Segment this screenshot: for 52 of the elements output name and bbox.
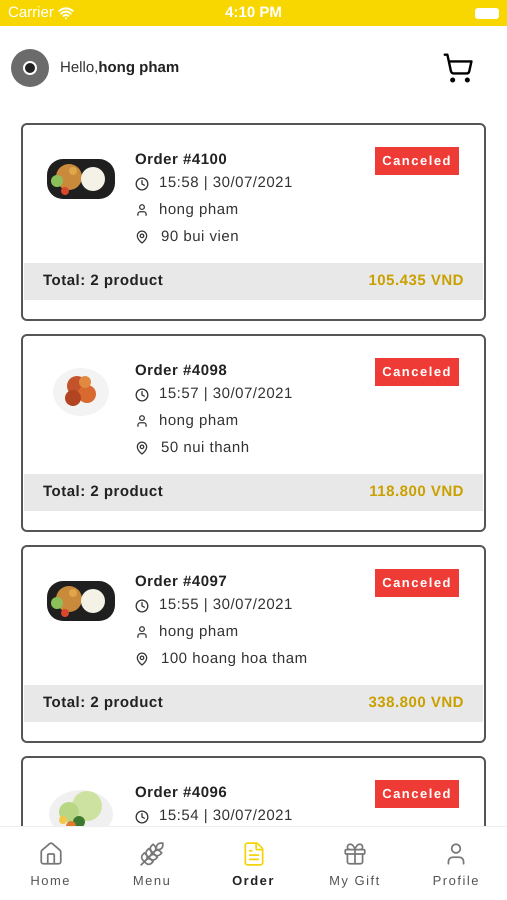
total-price: 118.800 VND [369,482,464,502]
clock-icon [135,810,149,824]
order-number: Order #4098 [135,361,228,381]
location-pin-icon [135,652,149,666]
location-pin-icon [135,441,149,455]
order-number: Order #4100 [135,150,228,170]
location-pin-icon [135,230,149,244]
order-time: 15:55 | 30/07/2021 [159,595,293,616]
order-address: 90 bui vien [161,226,240,247]
person-icon [135,414,149,428]
order-number: Order #4097 [135,572,228,592]
cart-icon[interactable] [442,52,474,84]
order-card[interactable]: Order #4098 Canceled 15:57 | 30/07/2021 hong pham 50 nui thanh Total: 2 product 118.800 VND [21,334,486,532]
wifi-icon [58,5,74,21]
tab-item[interactable]: Menu [101,841,203,900]
order-time: 15:54 | 30/07/2021 [159,806,293,826]
customer-name: hong pham [159,622,239,642]
person-icon [135,203,149,217]
avatar [11,49,49,87]
order-address: 50 nui thanh [161,438,250,458]
carrier-label: Carrier [8,2,54,23]
wheat-icon [139,841,166,867]
order-number: Order #4096 [135,783,228,803]
order-card[interactable]: Order #4100 Canceled 15:58 | 30/07/2021 hong pham 90 bui vien Total: 2 product 105.435 VND [21,123,486,321]
person-icon [135,625,149,639]
total-label: Total: 2 product [43,271,164,292]
total-label: Total: 2 product [43,482,164,502]
greeting-text: Hello,hong pham [60,58,180,78]
clock-icon [135,176,149,190]
tab-item[interactable]: Profile [406,841,507,900]
tab-item[interactable]: My Gift [304,841,406,900]
customer-name: hong pham [159,410,239,431]
clock-time: 4:10 PM [225,2,282,23]
order-time: 15:58 | 30/07/2021 [159,173,293,194]
clock-icon [135,598,149,612]
status-badge: Canceled [375,147,459,174]
status-badge: Canceled [375,569,459,596]
total-price: 338.800 VND [368,693,464,714]
status-badge: Canceled [375,780,459,808]
battery-icon [475,8,500,18]
order-card[interactable]: Order #4097 Canceled 15:55 | 30/07/2021 hong pham 100 hoang hoa tham Total: 2 product 338.800 VND [21,545,486,743]
gift-icon [342,841,368,867]
order-time: 15:57 | 30/07/2021 [159,384,293,404]
clock-icon [135,388,149,402]
tab-item[interactable]: Home [0,841,102,900]
total-price: 105.435 VND [368,271,464,292]
house-icon [38,841,64,867]
customer-name: hong pham [159,200,239,220]
tab-item[interactable]: Order [202,841,304,900]
total-label: Total: 2 product [43,693,164,714]
order-address: 100 hoang hoa tham [161,648,308,669]
status-badge: Canceled [375,358,459,386]
